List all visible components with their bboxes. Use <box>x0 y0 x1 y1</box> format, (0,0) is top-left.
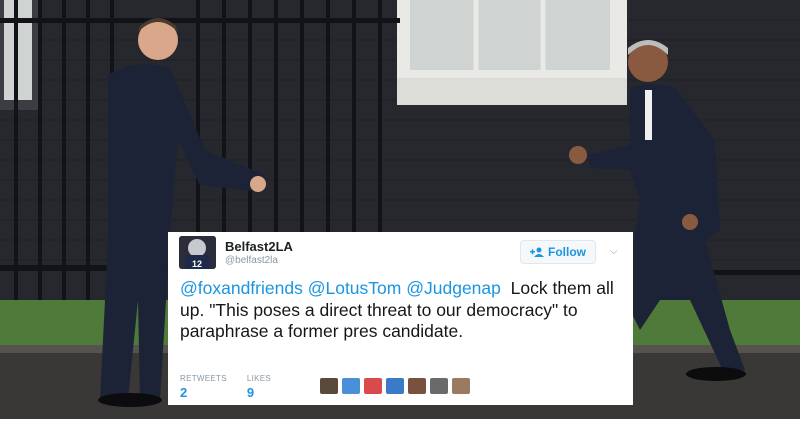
retweets-label: RETWEETS <box>180 374 227 383</box>
liker-avatars <box>320 378 470 394</box>
tweet-stats: RETWEETS 2 LIKES 9 <box>180 374 271 400</box>
liker-avatar[interactable] <box>408 378 426 394</box>
add-user-icon <box>530 247 544 257</box>
mention-lotustom[interactable]: @LotusTom <box>308 278 402 298</box>
likes-stat[interactable]: LIKES 9 <box>247 374 271 400</box>
follow-button[interactable]: Follow <box>520 240 596 264</box>
avatar-jersey-number: 12 <box>192 259 202 269</box>
display-name[interactable]: Belfast2LA <box>225 239 293 254</box>
liker-avatar[interactable] <box>430 378 448 394</box>
likes-label: LIKES <box>246 374 272 383</box>
liker-avatar[interactable] <box>364 378 382 394</box>
liker-avatar[interactable] <box>342 378 360 394</box>
retweets-stat[interactable]: RETWEETS 2 <box>180 374 227 400</box>
tweet-card: 12 Belfast2LA @belfast2la Follow ⌵ @foxa… <box>168 232 633 405</box>
likes-count: 9 <box>246 385 255 400</box>
avatar-icon: 12 <box>179 236 216 269</box>
follow-label: Follow <box>548 245 586 259</box>
liker-avatar[interactable] <box>452 378 470 394</box>
retweets-count: 2 <box>180 385 188 400</box>
user-avatar[interactable]: 12 <box>179 236 216 269</box>
liker-avatar[interactable] <box>386 378 404 394</box>
mention-foxandfriends[interactable]: @foxandfriends <box>180 278 303 298</box>
liker-avatar[interactable] <box>320 378 338 394</box>
mention-judgenap[interactable]: @Judgenap <box>406 278 501 298</box>
user-handle[interactable]: @belfast2la <box>225 255 278 266</box>
tweet-text: @foxandfriends @LotusTom @Judgenap Lock … <box>180 278 625 343</box>
chevron-down-icon[interactable]: ⌵ <box>610 246 618 257</box>
